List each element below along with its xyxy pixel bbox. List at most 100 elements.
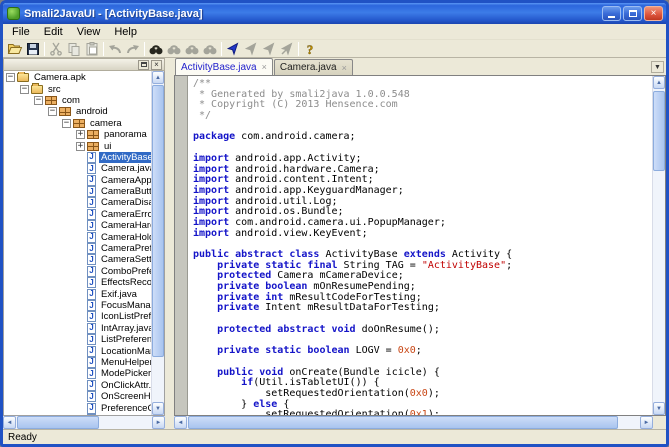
scroll-left-button[interactable]: ◄	[174, 416, 187, 429]
tree-horizontal-scrollbar[interactable]: ◄ ►	[3, 416, 165, 429]
scrollbar-thumb[interactable]	[653, 91, 665, 171]
tree-item-iconlistpreferer[interactable]: JIconListPreferer	[4, 311, 151, 322]
scrollbar-thumb[interactable]	[188, 416, 618, 429]
minimize-button[interactable]	[602, 6, 621, 21]
find-prev-icon	[184, 41, 200, 57]
package-icon	[59, 107, 71, 116]
tree-item-camerabuttonin[interactable]: JCameraButtonIn	[4, 186, 151, 197]
save-button[interactable]	[24, 40, 42, 57]
tree-item-panorama[interactable]: +panorama	[4, 129, 151, 140]
tree-item-effectsrecorder[interactable]: JEffectsRecorder	[4, 277, 151, 288]
tree-item-combopreferen[interactable]: JComboPreferen	[4, 266, 151, 277]
open-file-button[interactable]	[6, 40, 24, 57]
folder-icon	[31, 85, 43, 94]
code-token: ;	[416, 345, 422, 356]
collapse-icon[interactable]: −	[6, 73, 15, 82]
code-editor[interactable]: /** * Generated by smali2java 1.0.0.548 …	[189, 76, 652, 415]
tree-item-intarray-java[interactable]: JIntArray.java	[4, 323, 151, 334]
scrollbar-thumb[interactable]	[17, 416, 99, 429]
tree-item-camera-java[interactable]: JCamera.java	[4, 163, 151, 174]
tree-item-preferencegrou[interactable]: JPreferenceGrou	[4, 402, 151, 413]
tree-item-listpreference-j[interactable]: JListPreference.j	[4, 334, 151, 345]
code-line: package com.android.camera;	[193, 132, 652, 143]
close-panel-button[interactable]: ×	[151, 60, 162, 70]
scroll-down-button[interactable]: ▼	[653, 402, 665, 415]
tree-item-locationmanag[interactable]: JLocationManag	[4, 345, 151, 356]
tree-item-camera[interactable]: −camera	[4, 118, 151, 129]
menu-help[interactable]: Help	[107, 25, 144, 39]
tree-item-menuhelper-jav[interactable]: JMenuHelper.jav	[4, 357, 151, 368]
decompile-button[interactable]	[224, 40, 242, 57]
tree-item-cameraappimpl[interactable]: JCameraAppImpl	[4, 175, 151, 186]
scrollbar-thumb[interactable]	[152, 85, 164, 357]
project-tree-panel: × −Camera.apk−src−com−android−camera+pan…	[3, 58, 165, 429]
panel-splitter[interactable]	[165, 58, 174, 429]
tree-item-preferenceinflat[interactable]: JPreferenceInflat	[4, 414, 151, 415]
keyword-token: protected abstract void	[217, 324, 355, 335]
find-button[interactable]	[147, 40, 165, 57]
tree-item-camerasettings[interactable]: JCameraSettings	[4, 254, 151, 265]
java-icon: J	[87, 311, 96, 322]
tab-close-icon[interactable]: ×	[262, 62, 267, 72]
tree-item-onscreenhint-j[interactable]: JOnScreenHint.j	[4, 391, 151, 402]
tab-list-dropdown-button[interactable]: ▼	[651, 61, 664, 73]
tree-item-cameradisabled[interactable]: JCameraDisabled	[4, 197, 151, 208]
expand-icon[interactable]: +	[76, 130, 85, 139]
find-prev-button	[183, 40, 201, 57]
tree-item-src[interactable]: −src	[4, 83, 151, 94]
editor-horizontal-scrollbar[interactable]: ◄ ►	[174, 416, 666, 429]
collapse-icon[interactable]: −	[20, 85, 29, 94]
find-in-files-icon	[202, 41, 218, 57]
maximize-button[interactable]	[623, 6, 642, 21]
tree-item-label: Exif.java	[99, 289, 139, 300]
code-token: {	[277, 399, 289, 410]
code-token: android.os.Bundle;	[229, 206, 343, 217]
undo-icon	[107, 41, 123, 57]
collapse-icon[interactable]: −	[34, 96, 43, 105]
tree-item-activitybase-jav[interactable]: JActivityBase.jav	[4, 152, 151, 163]
tree-item-cameraerrorcall[interactable]: JCameraErrorCall	[4, 209, 151, 220]
close-button[interactable]: ×	[644, 6, 663, 21]
scroll-up-button[interactable]: ▲	[152, 71, 164, 84]
tree-item-camerapreferer[interactable]: JCameraPreferer	[4, 243, 151, 254]
menu-edit[interactable]: Edit	[37, 25, 70, 39]
code-token: ActivityBase	[319, 249, 403, 260]
menu-view[interactable]: View	[70, 25, 108, 39]
cut-button	[47, 40, 65, 57]
scroll-right-button[interactable]: ►	[152, 416, 165, 429]
tree-item-label: ui	[102, 141, 113, 152]
tree-item-android[interactable]: − android	[4, 106, 151, 117]
tree-item-label: android	[74, 106, 110, 117]
code-line: import android.view.KeyEvent;	[193, 229, 652, 240]
tree-item-focusmanager-j[interactable]: JFocusManager.j	[4, 300, 151, 311]
tree-vertical-scrollbar[interactable]: ▲ ▼	[151, 71, 164, 415]
scroll-up-button[interactable]: ▲	[653, 76, 665, 89]
code-token: String TAG =	[338, 260, 422, 271]
expand-icon[interactable]: +	[76, 142, 85, 151]
keyword-token: protected	[217, 270, 271, 281]
scroll-down-button[interactable]: ▼	[152, 402, 164, 415]
editor-vertical-scrollbar[interactable]: ▲ ▼	[652, 76, 665, 415]
collapse-icon[interactable]: −	[62, 119, 71, 128]
tree-item-label: CameraHolder.j	[99, 232, 151, 243]
scroll-left-button[interactable]: ◄	[3, 416, 16, 429]
tree-item-onclickattr-java[interactable]: JOnClickAttr.java	[4, 380, 151, 391]
tree-item-camerahardwar[interactable]: JCameraHardwar	[4, 220, 151, 231]
menu-file[interactable]: File	[5, 25, 37, 39]
tab-activitybase-java[interactable]: ActivityBase.java×	[175, 58, 273, 75]
tab-close-icon[interactable]: ×	[342, 63, 347, 73]
tree-item-label: ModePicker.java	[99, 368, 151, 379]
tree-item-camera-apk[interactable]: −Camera.apk	[4, 72, 151, 83]
java-icon: J	[87, 403, 96, 414]
keyword-token: if	[241, 377, 253, 388]
scroll-right-button[interactable]: ►	[640, 416, 653, 429]
float-panel-button[interactable]	[138, 60, 149, 70]
tree-item-com[interactable]: −com	[4, 95, 151, 106]
tab-camera-java[interactable]: Camera.java×	[274, 59, 353, 75]
collapse-icon[interactable]: −	[48, 107, 57, 116]
tree-item-modepicker-java[interactable]: JModePicker.java	[4, 368, 151, 379]
tree-item-exif-java[interactable]: JExif.java	[4, 288, 151, 299]
tree-item-cameraholder-j[interactable]: JCameraHolder.j	[4, 231, 151, 242]
help-button[interactable]: ?	[301, 40, 319, 57]
tree-item-ui[interactable]: + ui	[4, 140, 151, 151]
